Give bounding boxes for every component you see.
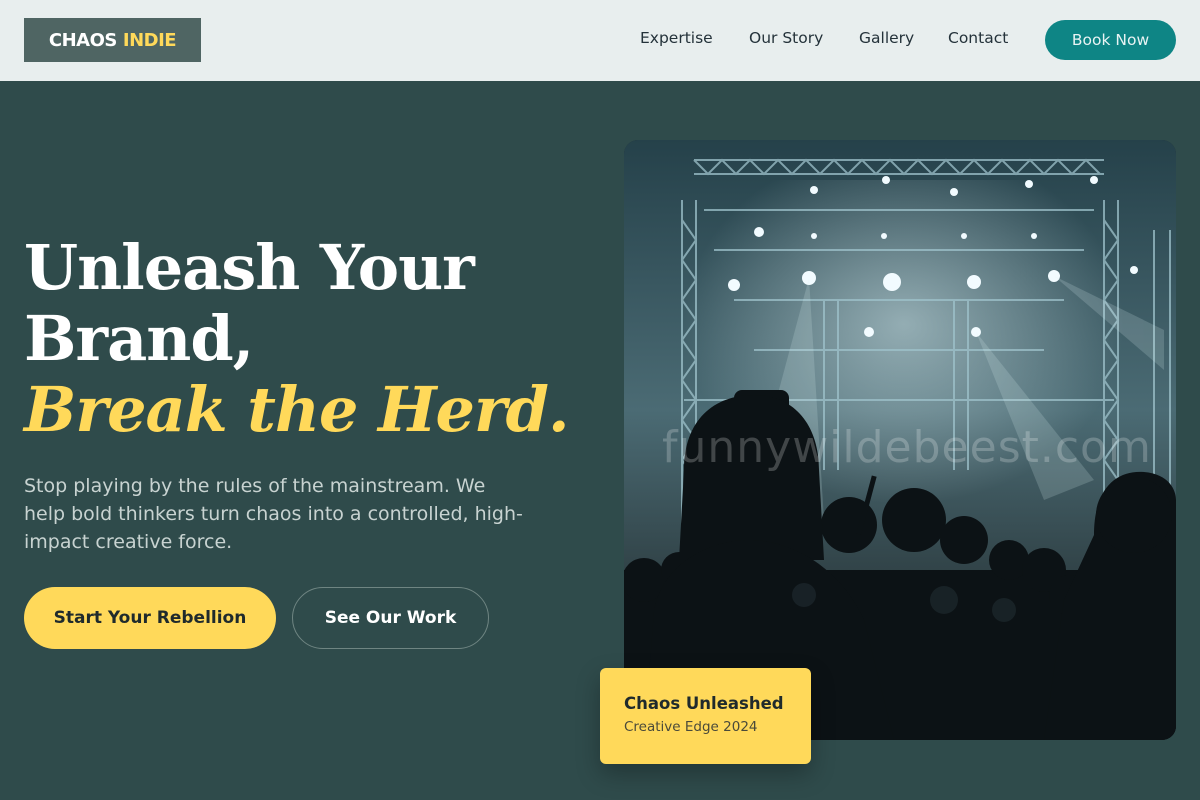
brand-word-indie: INDIE [122,29,177,51]
badge-title: Chaos Unleashed [624,694,784,713]
hero-title-accent: Break the Herd. [24,373,570,446]
badge-subtitle: Creative Edge 2024 [624,719,758,735]
nav-link-expertise[interactable]: Expertise [640,29,713,47]
image-watermark: funnywildebeest.com [662,422,1152,473]
nav-link-contact[interactable]: Contact [948,29,1008,47]
hero-title-line-2: Brand, [24,302,254,375]
book-now-button[interactable]: Book Now [1045,20,1176,60]
hero-title: Unleash Your Brand, Break the Herd. [24,231,570,446]
hero-description: Stop playing by the rules of the mainstr… [24,475,523,553]
brand-logo[interactable]: CHAOS INDIE [24,18,201,62]
see-our-work-button[interactable]: See Our Work [292,587,489,649]
top-navbar: CHAOS INDIE Expertise Our Story Gallery C… [0,0,1200,81]
hero-title-line-1: Unleash Your [24,231,475,304]
start-rebellion-button[interactable]: Start Your Rebellion [24,587,276,649]
nav-link-gallery[interactable]: Gallery [859,29,914,47]
brand-word-chaos: CHAOS [48,29,117,51]
chaos-unleashed-badge: Chaos Unleashed Creative Edge 2024 [600,668,811,764]
nav-link-our-story[interactable]: Our Story [749,29,823,47]
concert-hero-image: funnywildebeest.com [624,140,1176,740]
